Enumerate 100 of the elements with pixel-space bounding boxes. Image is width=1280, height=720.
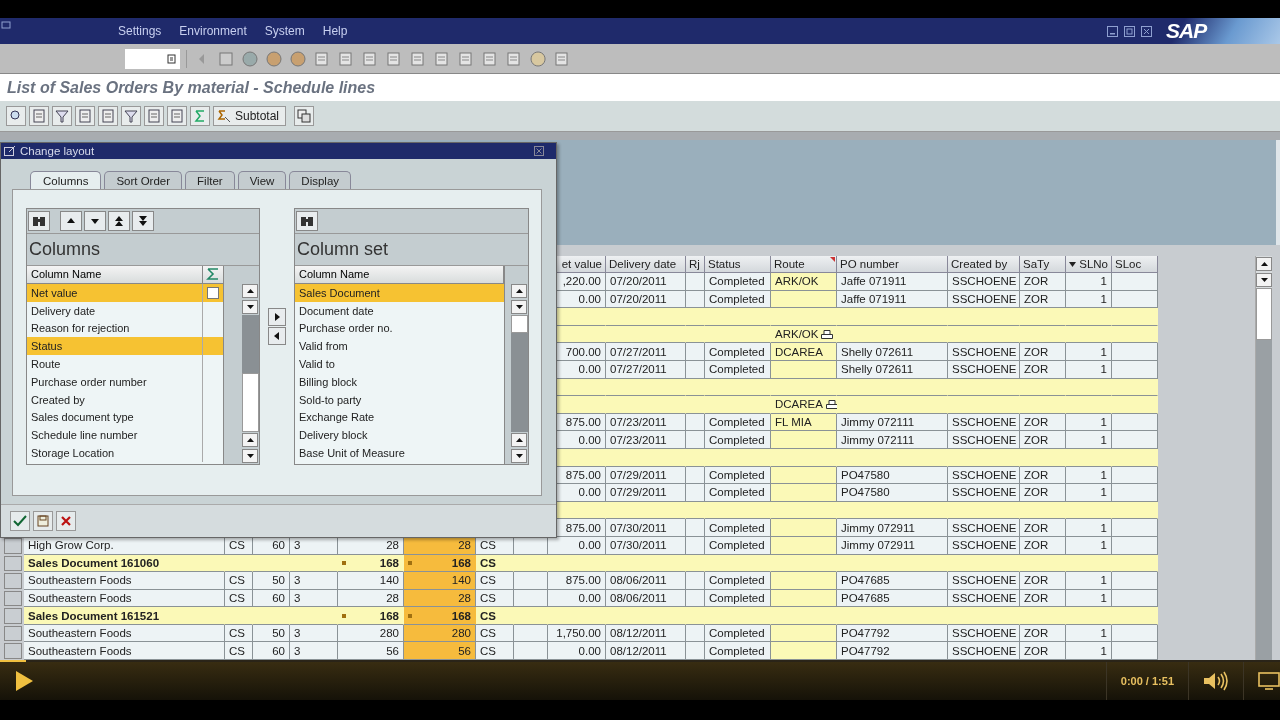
scroll-down-button[interactable] <box>511 449 527 463</box>
scroll-down-button[interactable] <box>242 449 258 463</box>
cancel-button[interactable] <box>56 511 76 531</box>
column-header[interactable]: Delivery date <box>606 256 686 273</box>
tab[interactable]: View <box>237 171 287 189</box>
list-item[interactable]: Valid from <box>295 337 504 356</box>
scroll-up-button[interactable] <box>242 433 258 447</box>
list-item[interactable]: Sold-to party <box>295 390 504 409</box>
table-cell <box>514 642 548 661</box>
list-item[interactable]: Purchase order no. <box>295 319 504 338</box>
toolbar-button[interactable] <box>52 106 72 126</box>
toolbar-button[interactable] <box>144 106 164 126</box>
tab[interactable]: Sort Order <box>104 171 183 189</box>
list-item[interactable]: Storage Location <box>27 444 202 462</box>
find-button[interactable] <box>28 211 50 231</box>
toolbar-button[interactable] <box>167 106 187 126</box>
move-bottom-button[interactable] <box>132 211 154 231</box>
find-button[interactable] <box>296 211 318 231</box>
list-icon[interactable] <box>167 53 176 64</box>
close-icon[interactable] <box>1141 25 1152 37</box>
list-item[interactable]: Delivery block <box>295 426 504 445</box>
table-cell: 0.00 <box>548 642 606 661</box>
time-display: 0:00 / 1:51 <box>1120 675 1174 688</box>
toolbar-button[interactable] <box>98 106 118 126</box>
scroll-thumb[interactable] <box>511 315 528 333</box>
tab[interactable]: Filter <box>185 171 235 189</box>
scroll-up-button[interactable] <box>1256 257 1272 271</box>
move-right-button[interactable] <box>268 308 286 326</box>
column-header[interactable]: SaTy <box>1020 256 1066 273</box>
scroll-up-button[interactable] <box>242 284 258 298</box>
table-cell: SSCHOENE <box>948 431 1020 449</box>
toolbar-button[interactable] <box>75 106 95 126</box>
list-item[interactable]: Purchase order number <box>27 373 202 391</box>
list-item[interactable]: Delivery date <box>27 301 202 320</box>
row-selector[interactable] <box>4 573 22 589</box>
move-left-button[interactable] <box>268 327 286 345</box>
column-header[interactable]: Rj <box>686 256 705 273</box>
toolbar-button[interactable] <box>29 106 49 126</box>
window-icon[interactable] <box>1 20 11 30</box>
toolbar-button[interactable] <box>6 106 26 126</box>
list-item[interactable]: Base Unit of Measure <box>295 444 504 462</box>
screen-icon[interactable] <box>1258 671 1280 692</box>
restore-icon[interactable] <box>1124 25 1135 37</box>
scroll-thumb[interactable] <box>1256 288 1272 340</box>
scroll-down-button[interactable] <box>1256 273 1272 287</box>
list-item[interactable]: Net value <box>27 284 202 302</box>
column-header[interactable]: SLoc <box>1112 256 1158 273</box>
table-cell: 07/29/2011 <box>606 484 686 502</box>
command-field[interactable] <box>125 48 180 69</box>
list-item[interactable]: Status <box>27 337 202 356</box>
toolbar-button[interactable] <box>190 106 210 126</box>
list-item[interactable]: Valid to <box>295 355 504 373</box>
table-cell: SSCHOENE <box>948 273 1020 291</box>
column-header[interactable]: Created by <box>948 256 1020 273</box>
list-item[interactable]: Sales document type <box>27 408 202 427</box>
row-selector[interactable] <box>4 643 22 660</box>
list-item[interactable]: Sales Document <box>295 284 504 302</box>
minimize-icon[interactable] <box>1107 25 1118 37</box>
menu-item[interactable]: Settings <box>118 24 162 38</box>
list-item[interactable]: Created by <box>27 390 202 409</box>
scroll-up-button[interactable] <box>511 433 527 447</box>
move-up-button[interactable] <box>60 211 82 231</box>
row-selector[interactable] <box>4 608 22 624</box>
list-item[interactable]: Reason for rejection <box>27 319 202 338</box>
confirm-button[interactable] <box>10 511 30 531</box>
list-item[interactable]: Exchange Rate <box>295 408 504 427</box>
tab[interactable]: Display <box>289 171 352 189</box>
column-header[interactable]: Route <box>771 256 837 273</box>
list-item[interactable]: Route <box>27 355 202 373</box>
move-top-button[interactable] <box>108 211 130 231</box>
edit-icon <box>4 146 16 156</box>
scroll-up-button[interactable] <box>511 284 527 298</box>
subtotal-button[interactable]: Subtotal <box>213 106 287 126</box>
play-icon[interactable] <box>14 670 34 693</box>
list-item[interactable]: Billing block <box>295 373 504 391</box>
list-item[interactable]: Schedule line number <box>27 426 202 445</box>
move-down-button[interactable] <box>84 211 106 231</box>
triangle-icon <box>65 216 77 226</box>
table-cell: 1 <box>1066 343 1112 361</box>
column-header[interactable]: Status <box>705 256 771 273</box>
volume-icon[interactable] <box>1203 671 1229 692</box>
menu-item[interactable]: Environment <box>179 24 247 38</box>
scroll-down-button[interactable] <box>511 300 527 314</box>
column-header[interactable]: SLNo <box>1066 256 1112 273</box>
list-item[interactable]: Document date <box>295 301 504 320</box>
row-selector[interactable] <box>4 625 22 642</box>
funnel-icon <box>55 109 69 123</box>
scroll-thumb[interactable] <box>242 315 259 373</box>
checkbox[interactable] <box>207 286 219 299</box>
close-icon[interactable] <box>534 146 544 156</box>
menu-item[interactable]: System <box>264 24 305 38</box>
column-header[interactable]: PO number <box>837 256 948 273</box>
tab[interactable]: Columns <box>30 171 102 189</box>
row-selector[interactable] <box>4 590 22 607</box>
scroll-down-button[interactable] <box>242 300 258 314</box>
save-button[interactable] <box>33 511 53 531</box>
toolbar-button[interactable] <box>121 106 141 126</box>
layout-button[interactable] <box>294 106 315 126</box>
row-selector[interactable] <box>4 555 22 572</box>
menu-item[interactable]: Help <box>322 24 348 38</box>
